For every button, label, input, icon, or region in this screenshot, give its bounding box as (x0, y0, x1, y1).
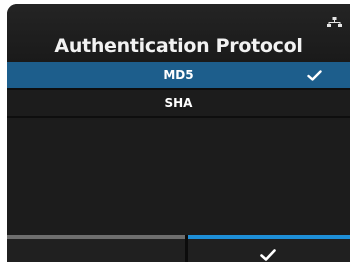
printer-display: Authentication Protocol MD5 SHA (7, 4, 350, 262)
option-sha[interactable]: SHA (7, 90, 350, 118)
title-bar: Authentication Protocol (7, 4, 350, 62)
option-label: SHA (164, 96, 193, 110)
option-label: MD5 (163, 68, 194, 82)
confirm-softkey[interactable] (188, 235, 350, 262)
protocol-options-list: MD5 SHA (7, 62, 350, 118)
checkmark-icon (260, 249, 276, 261)
network-icon (327, 17, 342, 27)
page-title: Authentication Protocol (54, 35, 303, 57)
checkmark-icon (307, 70, 322, 81)
empty-list-area (7, 118, 350, 234)
softkey-left[interactable] (7, 235, 185, 262)
option-md5[interactable]: MD5 (7, 62, 350, 90)
